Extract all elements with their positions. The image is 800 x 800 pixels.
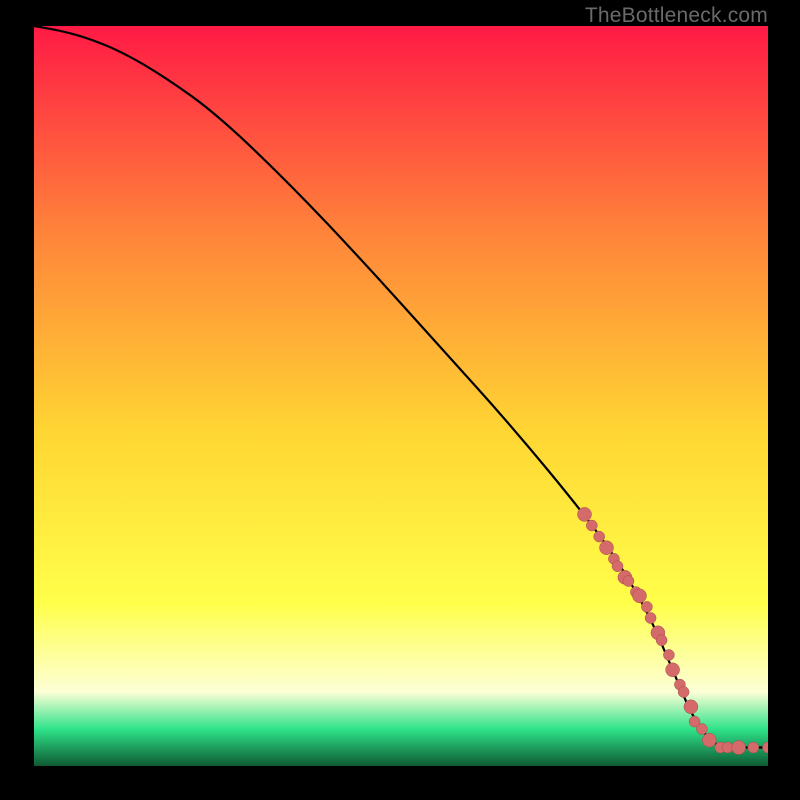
data-marker <box>732 741 746 755</box>
data-marker <box>612 561 623 572</box>
data-marker <box>586 520 597 531</box>
data-marker <box>600 541 614 555</box>
data-marker <box>645 613 656 624</box>
data-marker <box>578 507 592 521</box>
data-marker <box>633 589 647 603</box>
data-marker <box>678 687 689 698</box>
data-marker <box>684 700 698 714</box>
data-marker <box>656 635 667 646</box>
data-marker <box>748 742 759 753</box>
attribution-text: TheBottleneck.com <box>585 4 768 28</box>
data-marker <box>702 733 716 747</box>
chart-stage: TheBottleneck.com <box>0 0 800 800</box>
plot-area <box>34 26 768 766</box>
bottleneck-chart <box>34 26 768 766</box>
data-marker <box>641 601 652 612</box>
gradient-background <box>34 26 768 766</box>
data-marker <box>696 724 707 735</box>
data-marker <box>594 531 605 542</box>
data-marker <box>663 650 674 661</box>
data-marker <box>666 663 680 677</box>
data-marker <box>623 576 634 587</box>
